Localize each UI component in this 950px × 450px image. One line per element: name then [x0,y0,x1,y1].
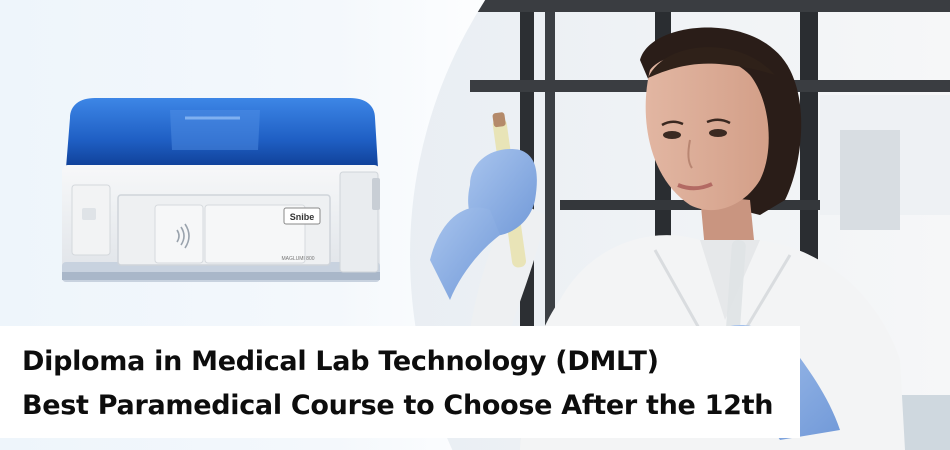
lab-analyzer-machine: Snibe MAGLUMI 800 [62,98,380,282]
analyzer-brand-label: Snibe [290,212,315,222]
promo-banner: Snibe MAGLUMI 800 Diploma in Medical Lab… [0,0,950,450]
caption-panel: Diploma in Medical Lab Technology (DMLT)… [0,326,800,438]
headline-line-2: Best Paramedical Course to Choose After … [22,390,774,421]
headline-line-1: Diploma in Medical Lab Technology (DMLT) [22,346,659,377]
analyzer-model-label: MAGLUMI 800 [281,256,314,262]
